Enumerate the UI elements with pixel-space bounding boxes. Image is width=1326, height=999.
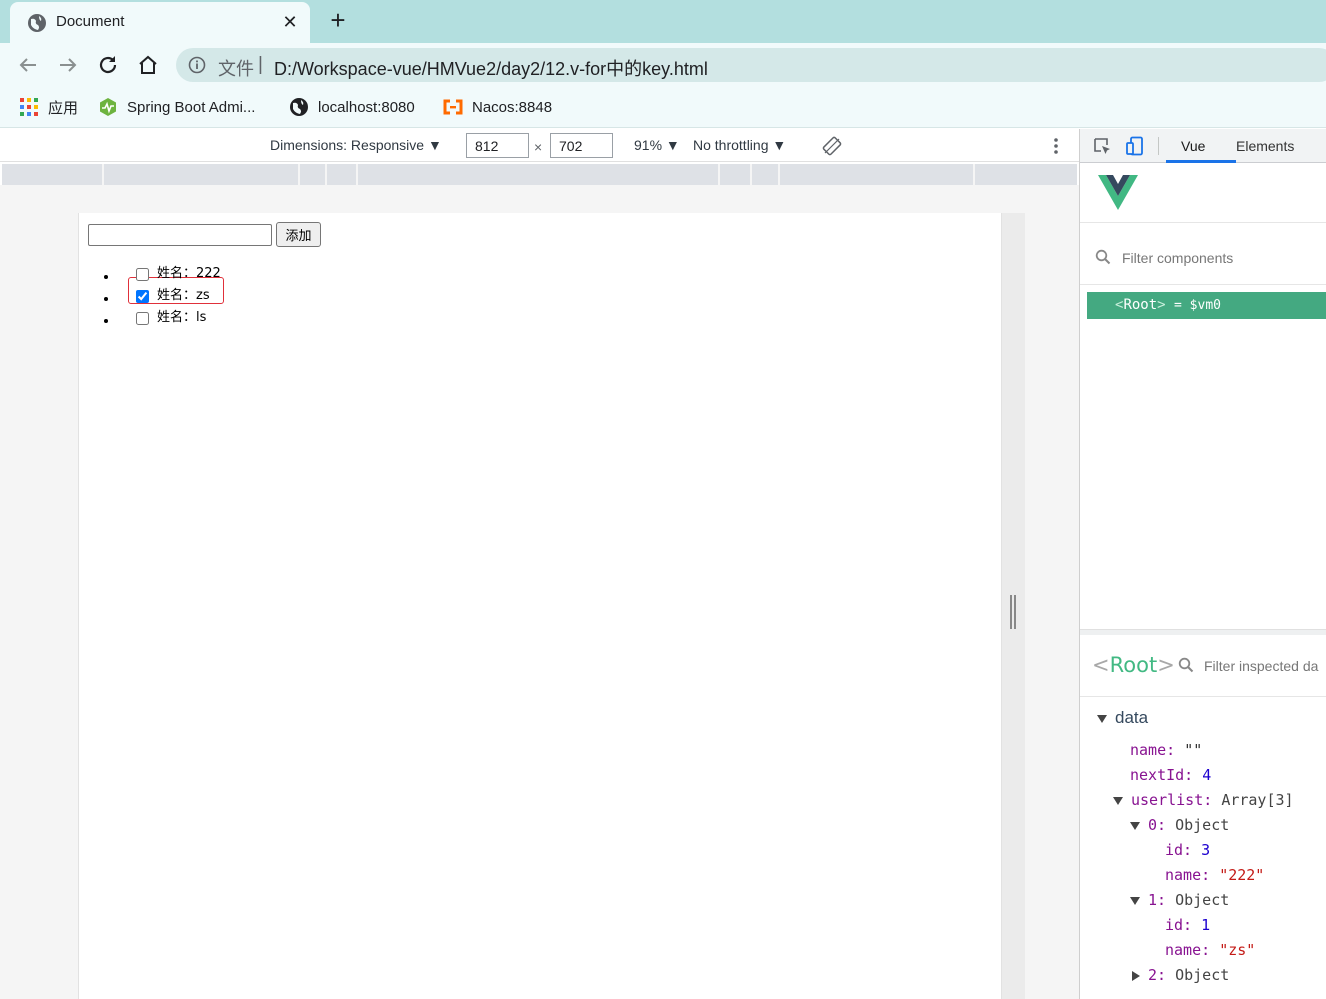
collapse-triangle-icon[interactable]: [1097, 714, 1107, 723]
collapse-triangle-icon[interactable]: [1113, 796, 1123, 805]
item0-name: name: "222": [1165, 866, 1265, 884]
bookmark-label: Nacos:8848: [472, 98, 553, 116]
globe-icon: [290, 98, 308, 116]
nacos-icon: [443, 99, 463, 115]
bookmark-label: Spring Boot Admi...: [127, 98, 256, 116]
devtools-tabbar: Vue Elements: [1080, 129, 1326, 163]
section-data[interactable]: data: [1097, 707, 1148, 729]
name-input[interactable]: [88, 224, 272, 246]
ruler-divider: [718, 164, 720, 185]
bookmark-nacos[interactable]: Nacos:8848: [443, 97, 552, 117]
viewport-resize-handle[interactable]: [1010, 595, 1016, 629]
media-query-ruler[interactable]: [2, 164, 1077, 185]
inspected-component-name: <Root>: [1092, 653, 1175, 677]
ruler-divider: [778, 164, 780, 185]
add-button[interactable]: 添加: [276, 222, 321, 247]
collapse-triangle-icon[interactable]: [1130, 821, 1140, 830]
tab-elements[interactable]: Elements: [1236, 138, 1294, 154]
item0-id: id: 3: [1165, 841, 1211, 859]
close-tab-icon[interactable]: ✕: [280, 11, 300, 33]
vue-logo-icon: [1098, 175, 1138, 210]
field-name: name: "": [1130, 741, 1203, 759]
filter-components-placeholder: Filter components: [1122, 250, 1234, 266]
info-icon[interactable]: [188, 56, 206, 74]
tab-vue[interactable]: Vue: [1181, 138, 1205, 154]
filter-inspected-placeholder[interactable]: Filter inspected da: [1204, 658, 1318, 674]
user-label: 姓名：222: [157, 266, 221, 281]
globe-icon: [28, 14, 46, 32]
inspect-element-icon[interactable]: [1092, 136, 1112, 156]
userlist-item-0[interactable]: 0: Object: [1130, 814, 1229, 836]
userlist-item-2[interactable]: 2: Object: [1132, 964, 1229, 986]
userlist-item-1[interactable]: 1: Object: [1130, 889, 1229, 911]
new-tab-button[interactable]: +: [326, 7, 350, 33]
rotate-icon[interactable]: [822, 136, 842, 156]
item1-name: name: "zs": [1165, 941, 1256, 959]
reload-icon[interactable]: [96, 53, 120, 77]
browser-tab[interactable]: Document ✕: [10, 2, 310, 43]
ruler-divider: [102, 164, 104, 185]
dimensions-dropdown[interactable]: Dimensions: Responsive ▼: [270, 137, 442, 153]
bookmark-spring-boot-admin[interactable]: Spring Boot Admi...: [98, 97, 255, 117]
ruler-divider: [298, 164, 300, 185]
forward-arrow-icon[interactable]: [56, 53, 80, 77]
address-scheme: 文件: [218, 59, 254, 79]
device-toggle-icon[interactable]: [1125, 136, 1145, 156]
bookmark-localhost[interactable]: localhost:8080: [289, 97, 415, 117]
ruler-divider: [750, 164, 752, 185]
expand-triangle-icon[interactable]: [1132, 970, 1140, 981]
list-item: 姓名：ls: [119, 307, 223, 329]
root-close-bracket: >: [1157, 297, 1166, 313]
search-icon: [1095, 249, 1111, 265]
height-input[interactable]: 702: [550, 133, 613, 158]
component-tree-root[interactable]: <Root> = $vm0: [1087, 292, 1326, 319]
user-checkbox[interactable]: [136, 289, 149, 303]
bookmark-apps[interactable]: 应用: [19, 97, 78, 117]
filter-components-row[interactable]: Filter components: [1080, 233, 1326, 285]
item1-id: id: 1: [1165, 916, 1211, 934]
list-item: 姓名：zs: [119, 285, 223, 307]
bookmark-label: 应用: [48, 99, 79, 117]
user-list: 姓名：222 姓名：zs 姓名：ls: [119, 263, 223, 329]
root-vm-ref: = $vm0: [1174, 298, 1221, 313]
address-separator: |: [258, 54, 263, 75]
tab-title: Document: [56, 13, 125, 30]
bookmark-label: localhost:8080: [318, 98, 415, 116]
ruler-divider: [973, 164, 975, 185]
spring-boot-admin-icon: [100, 98, 116, 116]
device-toolbar: Dimensions: Responsive ▼ 812 × 702 91% ▼…: [0, 129, 1079, 162]
field-userlist[interactable]: userlist: Array[3]: [1113, 789, 1294, 811]
address-bar[interactable]: 文件 | D:/Workspace-vue/HMVue2/day2/12.v-f…: [176, 48, 1326, 82]
bookmarks-bar: 应用 Spring Boot Admi... localhost:8080 Na…: [0, 87, 1326, 128]
user-label: 姓名：ls: [157, 310, 207, 325]
home-icon[interactable]: [136, 53, 160, 77]
dimension-times: ×: [534, 139, 543, 155]
throttling-dropdown[interactable]: No throttling ▼: [693, 137, 786, 153]
inspector-header: <Root> Filter inspected da: [1080, 635, 1326, 697]
ruler-divider: [356, 164, 358, 185]
root-name: Root: [1123, 297, 1158, 313]
user-label: 姓名：zs: [157, 288, 210, 303]
user-checkbox[interactable]: [136, 311, 149, 325]
list-item: 姓名：222: [119, 263, 223, 285]
width-input[interactable]: 812: [466, 133, 529, 158]
devtools-panel: Vue Elements Filter components <Root> = …: [1079, 129, 1326, 999]
zoom-dropdown[interactable]: 91% ▼: [634, 137, 680, 153]
field-nextId: nextId: 4: [1130, 766, 1212, 784]
more-options-icon[interactable]: [1048, 137, 1064, 155]
browser-toolbar: 文件 | D:/Workspace-vue/HMVue2/day2/12.v-f…: [0, 43, 1326, 87]
tabbar-divider: [1158, 137, 1159, 155]
emulated-page: 添加 姓名：222 姓名：zs 姓名：ls: [78, 213, 1002, 999]
back-arrow-icon[interactable]: [16, 53, 40, 77]
search-icon: [1178, 657, 1194, 673]
user-checkbox[interactable]: [136, 267, 149, 281]
collapse-triangle-icon[interactable]: [1130, 896, 1140, 905]
tab-strip: Document ✕ +: [0, 0, 1326, 43]
vue-devtools-header: [1080, 163, 1326, 223]
ruler-divider: [325, 164, 327, 185]
apps-grid-icon: [20, 98, 38, 116]
address-url[interactable]: D:/Workspace-vue/HMVue2/day2/12.v-for中的k…: [274, 55, 708, 81]
